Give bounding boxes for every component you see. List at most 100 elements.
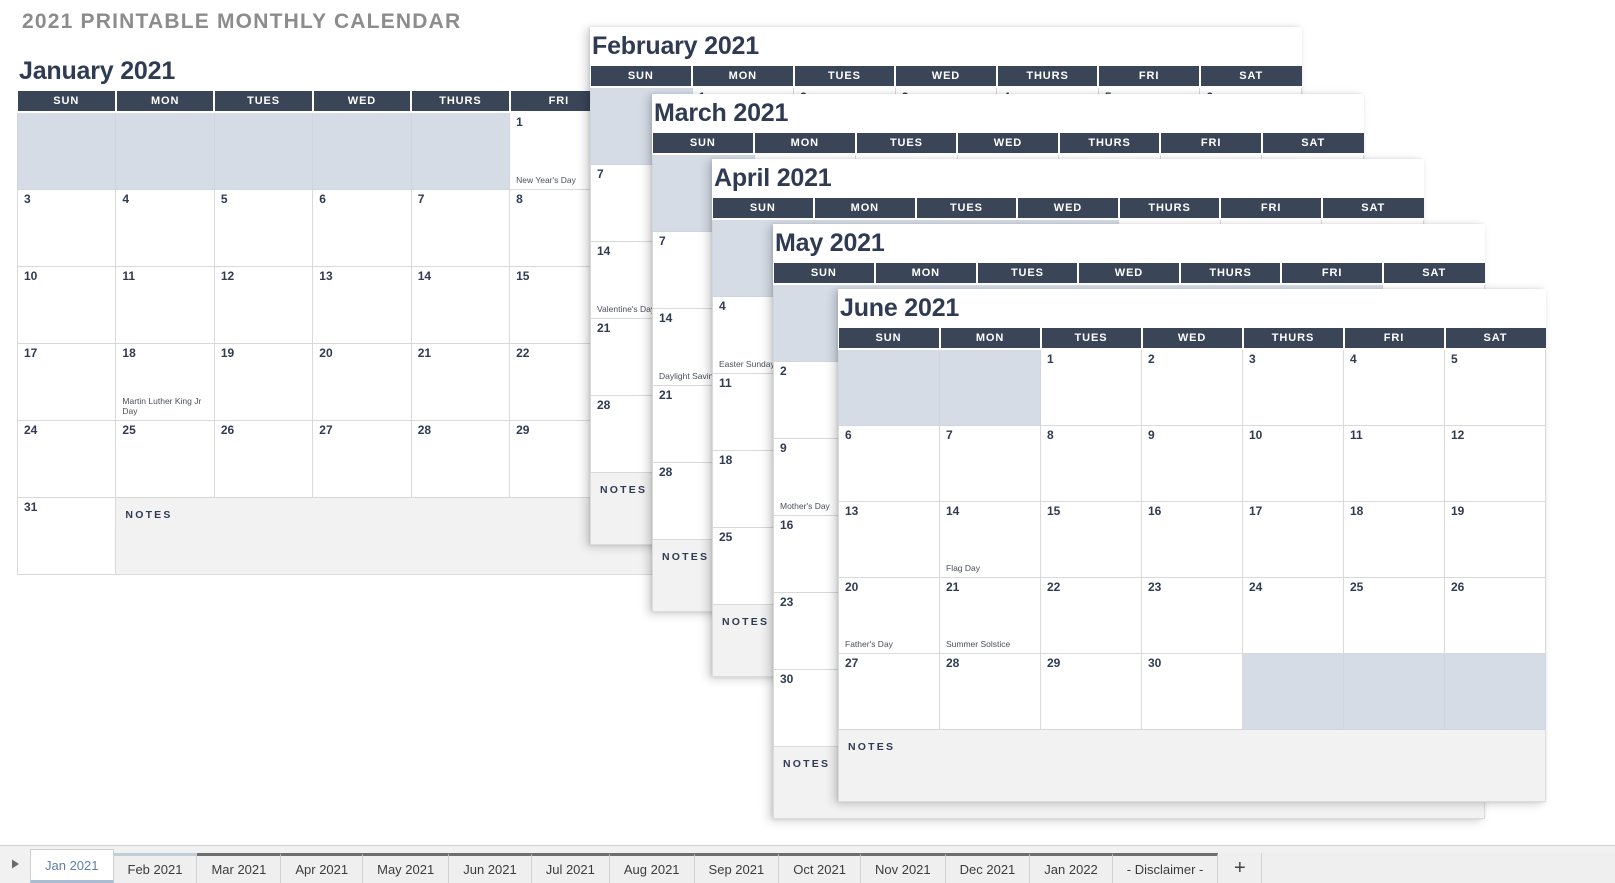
calendar-cell-day[interactable]: 1: [1040, 348, 1142, 426]
calendar-cell-day[interactable]: 21: [410, 342, 511, 421]
calendar-cell-day[interactable]: 13: [838, 500, 940, 578]
calendar-cell-day[interactable]: 15: [1040, 500, 1142, 578]
calendar-week-row: 27 28 29 30: [838, 652, 1546, 730]
calendar-cell-empty[interactable]: [1444, 652, 1546, 730]
calendar-cell-empty[interactable]: [838, 348, 940, 426]
sheet-tab-disclaimer[interactable]: - Disclaimer -: [1112, 853, 1219, 883]
calendar-cell-day[interactable]: 31: [16, 496, 117, 575]
calendar-cell-empty[interactable]: [410, 111, 511, 190]
calendar-cell-day[interactable]: 21 Summer Solstice: [939, 576, 1041, 654]
calendar-cell-day[interactable]: 25: [115, 419, 215, 498]
calendar-cell-day[interactable]: 26: [213, 419, 314, 498]
calendar-cell-day[interactable]: 12: [1444, 424, 1546, 502]
calendar-cell-day[interactable]: 20: [312, 342, 412, 421]
calendar-cell-day[interactable]: 7: [939, 424, 1041, 502]
sheet-tab-jan-2022[interactable]: Jan 2022: [1030, 853, 1113, 883]
calendar-cell-day[interactable]: 19: [213, 342, 314, 421]
calendar-cell-day[interactable]: 3: [1242, 348, 1344, 426]
plus-icon[interactable]: +: [1218, 853, 1263, 883]
calendar-cell-day[interactable]: 14 Flag Day: [939, 500, 1041, 578]
calendar-cell-day[interactable]: 25: [1343, 576, 1445, 654]
calendar-cell-day[interactable]: 19: [1444, 500, 1546, 578]
sheet-tab-label: Mar 2021: [211, 862, 267, 877]
sheet-tab-sep-2021[interactable]: Sep 2021: [694, 853, 780, 883]
calendar-cell-day[interactable]: 4: [1343, 348, 1445, 426]
weekday-header-tues: TUES: [976, 263, 1080, 286]
calendar-cell-day[interactable]: 11: [1343, 424, 1445, 502]
calendar-cell-day[interactable]: 24: [1242, 576, 1344, 654]
day-number: 22: [1047, 579, 1061, 594]
calendar-cell-day[interactable]: 23: [1141, 576, 1243, 654]
calendar-cell-day[interactable]: 12: [213, 265, 314, 344]
day-number: 6: [319, 191, 326, 206]
calendar-cell-day[interactable]: 18: [1343, 500, 1445, 578]
notes-section[interactable]: NOTES: [838, 728, 1546, 802]
calendar-cell-day[interactable]: 22: [1040, 576, 1142, 654]
calendar-cell-day[interactable]: 11: [115, 265, 215, 344]
calendar-cell-day[interactable]: 8: [1040, 424, 1142, 502]
calendar-cell-day[interactable]: 9: [1141, 424, 1243, 502]
day-number: 25: [1350, 579, 1364, 594]
weekday-header-mon: MON: [754, 133, 857, 156]
sheet-tab-feb-2021[interactable]: Feb 2021: [113, 853, 198, 883]
calendar-cell-day[interactable]: 10: [1242, 424, 1344, 502]
calendar-cell-day[interactable]: 14: [410, 265, 511, 344]
calendar-cell-day[interactable]: 6: [312, 188, 412, 267]
calendar-cell-day[interactable]: 27: [838, 652, 940, 730]
calendar-cell-day[interactable]: 26: [1444, 576, 1546, 654]
calendar-cell-day[interactable]: 2: [1141, 348, 1243, 426]
calendar-cell-day[interactable]: 17: [16, 342, 117, 421]
calendar-cell-day[interactable]: 16: [1141, 500, 1243, 578]
calendar-cell-day[interactable]: 3: [16, 188, 117, 267]
calendar-cell-day[interactable]: 20 Father's Day: [838, 576, 940, 654]
sheet-tab-jan-2021[interactable]: Jan 2021: [30, 849, 114, 883]
weekday-header-row: SUNMONTUESWEDTHURSFRISAT: [590, 66, 1302, 89]
sheet-tab-nov-2021[interactable]: Nov 2021: [860, 853, 946, 883]
day-number: 4: [122, 191, 130, 206]
sheet-nav-next-button[interactable]: [0, 845, 30, 883]
sheet-tab-dec-2021[interactable]: Dec 2021: [945, 853, 1031, 883]
calendar-cell-day[interactable]: 28: [410, 419, 511, 498]
calendar-cell-day[interactable]: 5: [1444, 348, 1546, 426]
calendar-cell-day[interactable]: 18 Martin Luther King Jr Day: [115, 342, 215, 421]
calendar-cell-day[interactable]: 24: [16, 419, 117, 498]
sheet-tab-jun-2021[interactable]: Jun 2021: [449, 853, 532, 883]
calendar-cell-day[interactable]: 7: [410, 188, 511, 267]
sheet-tab-oct-2021[interactable]: Oct 2021: [779, 853, 861, 883]
calendar-cell-day[interactable]: 27: [312, 419, 412, 498]
calendar-cell-empty[interactable]: [1343, 652, 1445, 730]
weekday-header-thurs: THURS: [1058, 133, 1162, 156]
calendar-cell-empty[interactable]: [115, 111, 215, 190]
day-number: 28: [417, 422, 432, 437]
weekday-header-tues: TUES: [1040, 328, 1143, 351]
calendar-cell-empty[interactable]: [16, 111, 117, 190]
calendar-cell-day[interactable]: 5: [213, 188, 314, 267]
day-number: 11: [1350, 427, 1363, 442]
weekday-header-wed: WED: [1078, 263, 1181, 286]
calendar-month-title: March 2021: [654, 99, 789, 127]
calendar-cell-empty[interactable]: [939, 348, 1041, 426]
calendar-cell-empty[interactable]: [312, 111, 412, 190]
sheet-tab-mar-2021[interactable]: Mar 2021: [197, 853, 282, 883]
sheet-tab-aug-2021[interactable]: Aug 2021: [609, 853, 695, 883]
calendar-cell-empty[interactable]: [1242, 652, 1344, 730]
day-number: 1: [1047, 352, 1054, 367]
day-number: 26: [220, 422, 235, 437]
calendar-cell-day[interactable]: 6: [838, 424, 940, 502]
sheet-tab-label: Apr 2021: [295, 862, 349, 877]
sheet-tab-jul-2021[interactable]: Jul 2021: [531, 853, 610, 883]
calendar-cell-day[interactable]: 29: [1040, 652, 1142, 730]
calendar-cell-day[interactable]: 10: [16, 265, 117, 344]
sheet-tab-label: Jul 2021: [545, 862, 595, 877]
day-number: 4: [1350, 352, 1357, 367]
sheet-tab-apr-2021[interactable]: Apr 2021: [281, 853, 364, 883]
calendar-cell-day[interactable]: 17: [1242, 500, 1344, 578]
day-number: 10: [1249, 427, 1263, 442]
calendar-cell-day[interactable]: 28: [939, 652, 1041, 730]
calendar-card-june: June 2021 SUN MON TUES WED THURS FRI SAT 1 2 3 4 5 6 7…: [838, 289, 1546, 802]
calendar-cell-empty[interactable]: [213, 111, 314, 190]
calendar-cell-day[interactable]: 30: [1141, 652, 1243, 730]
calendar-cell-day[interactable]: 13: [312, 265, 412, 344]
calendar-cell-day[interactable]: 4: [115, 188, 215, 267]
sheet-tab-may-2021[interactable]: May 2021: [363, 853, 450, 883]
